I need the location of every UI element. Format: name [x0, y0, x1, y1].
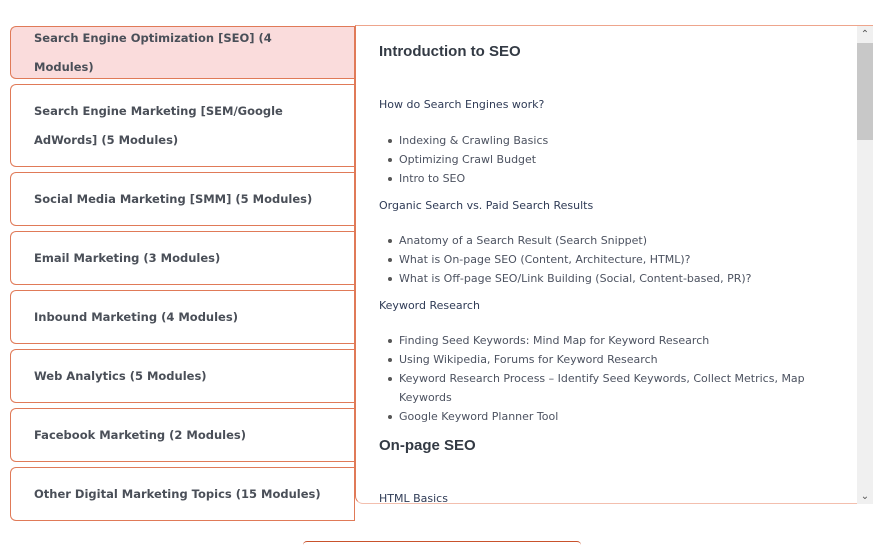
list-item: Anatomy of a Search Result (Search Snipp… — [388, 231, 752, 250]
list-item: Indexing & Crawling Basics — [387, 131, 548, 150]
tab-facebook-marketing[interactable]: Facebook Marketing (2 Modules) — [10, 408, 355, 462]
tab-inbound-marketing[interactable]: Inbound Marketing (4 Modules) — [10, 290, 355, 344]
scroll-down-icon[interactable]: ⌄ — [857, 488, 873, 504]
scrollbar-thumb[interactable] — [857, 43, 873, 140]
tab-label: Search Engine Marketing [SEM/Google AdWo… — [34, 103, 283, 147]
tab-smm[interactable]: Social Media Marketing [SMM] (5 Modules) — [10, 172, 355, 226]
module-content-panel[interactable]: Introduction to SEO How do Search Engine… — [355, 25, 873, 504]
list-item: Finding Seed Keywords: Mind Map for Keyw… — [388, 331, 809, 350]
list-item: Keyword Research Process – Identify Seed… — [388, 369, 809, 407]
list-item: Google Keyword Planner Tool — [388, 407, 809, 426]
list-item: Optimizing Crawl Budget — [387, 150, 548, 169]
section-title: How do Search Engines work? — [379, 98, 545, 111]
list-item: Intro to SEO — [387, 169, 548, 188]
tab-web-analytics[interactable]: Web Analytics (5 Modules) — [10, 349, 355, 403]
scroll-up-icon[interactable]: ⌃ — [857, 26, 873, 42]
tab-email-marketing[interactable]: Email Marketing (3 Modules) — [10, 231, 355, 285]
tab-seo[interactable]: Search Engine Optimization [SEO] (4 Modu… — [10, 26, 355, 79]
module-title: Introduction to SEO — [379, 43, 521, 60]
tab-label: Social Media Marketing [SMM] (5 Modules) — [34, 191, 313, 206]
section-title: HTML Basics — [379, 492, 448, 504]
tab-label: Other Digital Marketing Topics (15 Modul… — [34, 486, 321, 501]
tab-sem[interactable]: Search Engine Marketing [SEM/Google AdWo… — [10, 84, 355, 167]
module-tabs: Search Engine Optimization [SEO] (4 Modu… — [10, 26, 355, 526]
tab-other-topics[interactable]: Other Digital Marketing Topics (15 Modul… — [10, 467, 355, 521]
tab-label: Web Analytics (5 Modules) — [34, 368, 207, 383]
section-items: Anatomy of a Search Result (Search Snipp… — [379, 231, 752, 288]
content-scrollbar[interactable]: ⌃ ⌄ — [857, 26, 873, 504]
tab-label: Search Engine Optimization [SEO] (4 Modu… — [34, 30, 272, 74]
list-item: What is Off-page SEO/Link Building (Soci… — [388, 269, 752, 288]
list-item: What is On-page SEO (Content, Architectu… — [388, 250, 752, 269]
section-title: Organic Search vs. Paid Search Results — [379, 199, 594, 212]
module-title: On-page SEO — [379, 437, 476, 454]
tab-label: Facebook Marketing (2 Modules) — [34, 427, 246, 442]
section-items: Indexing & Crawling Basics Optimizing Cr… — [379, 131, 548, 188]
tab-label: Email Marketing (3 Modules) — [34, 250, 221, 265]
section-title: Keyword Research — [379, 299, 480, 312]
bottom-button-edge[interactable] — [303, 541, 581, 546]
tab-label: Inbound Marketing (4 Modules) — [34, 309, 238, 324]
list-item: Using Wikipedia, Forums for Keyword Rese… — [388, 350, 809, 369]
section-items: Finding Seed Keywords: Mind Map for Keyw… — [379, 331, 809, 426]
